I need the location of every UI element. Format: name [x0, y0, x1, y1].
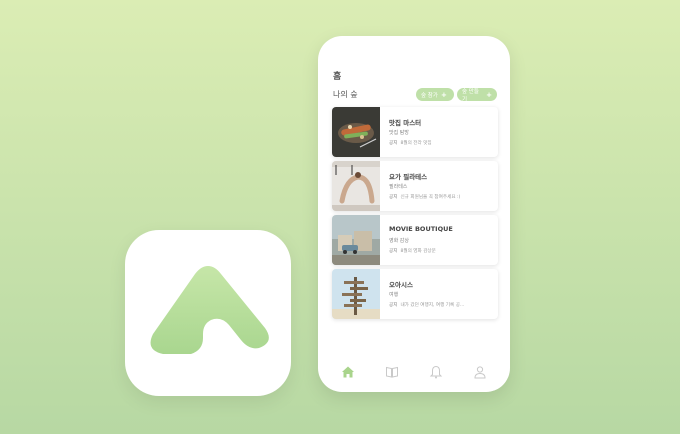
notice-text: 8월의 영화 감상문 — [400, 249, 436, 254]
forest-notice: 공지 8월의 영화 감상문 — [389, 248, 436, 254]
forest-notice: 공지 8월의 전라 맛집 — [389, 140, 432, 146]
join-forest-button[interactable]: 숲 참가 + — [416, 88, 454, 101]
forest-card[interactable]: 맛집 마스터 맛집 탐방 공지 8월의 전라 맛집 — [332, 107, 498, 157]
chip-label: 숲 만들기 — [462, 88, 479, 103]
notice-label: 공지 — [389, 303, 398, 308]
city-thumbnail — [332, 215, 380, 265]
notice-text: 내가 갔던 여행지, 여행 기록 공... — [400, 303, 465, 308]
bell-icon — [429, 365, 443, 379]
forest-card[interactable]: 오아시스 여행 공지 내가 갔던 여행지, 여행 기록 공... — [332, 269, 498, 319]
screen-title: 홈 — [333, 72, 342, 82]
plus-icon: + — [486, 90, 492, 99]
forest-list: 맛집 마스터 맛집 탐방 공지 8월의 전라 맛집 요가 필라테스 필라테스 공지… — [332, 107, 498, 323]
signpost-thumbnail — [332, 269, 380, 319]
create-forest-button[interactable]: 숲 만들기 + — [457, 88, 497, 103]
food-thumbnail — [332, 107, 380, 157]
user-icon — [474, 366, 486, 379]
forest-notice: 공지 신규 회원님을 꼭 참여주세요 :) — [389, 194, 460, 200]
tab-notifications[interactable] — [425, 361, 447, 383]
plus-icon: + — [440, 90, 447, 99]
forest-notice: 공지 내가 갔던 여행지, 여행 기록 공... — [389, 302, 464, 308]
notice-text: 8월의 전라 맛집 — [400, 141, 432, 146]
forest-category: 필라테스 — [389, 184, 408, 190]
home-icon — [342, 366, 354, 378]
notice-text: 신규 회원님을 꼭 참여주세요 :) — [400, 195, 461, 200]
book-icon — [386, 366, 398, 378]
forest-card[interactable]: 요가 필라테스 필라테스 공지 신규 회원님을 꼭 참여주세요 :) — [332, 161, 498, 211]
phone-mockup: 홈 나의 숲 숲 참가 + 숲 만들기 + 맛집 마스터 맛집 탐방 공지 8월의… — [318, 36, 510, 392]
app-logo — [150, 266, 269, 354]
forest-name: MOVIE BOUTIQUE — [389, 225, 453, 233]
tab-profile[interactable] — [469, 361, 491, 383]
forest-name: 맛집 마스터 — [389, 119, 422, 127]
tab-book[interactable] — [381, 361, 403, 383]
notice-label: 공지 — [389, 195, 398, 200]
notice-label: 공지 — [389, 141, 398, 146]
notice-label: 공지 — [389, 249, 398, 254]
section-title: 나의 숲 — [333, 90, 358, 99]
app-icon — [125, 230, 291, 396]
chip-label: 숲 참가 — [421, 92, 438, 99]
forest-category: 여행 — [389, 292, 399, 298]
tab-home[interactable] — [337, 361, 359, 383]
tab-bar — [318, 352, 510, 392]
forest-category: 영화 감상 — [389, 238, 409, 244]
forest-name: 요가 필라테스 — [389, 173, 428, 181]
forest-category: 맛집 탐방 — [389, 130, 409, 136]
yoga-thumbnail — [332, 161, 380, 211]
forest-name: 오아시스 — [389, 281, 413, 289]
forest-card[interactable]: MOVIE BOUTIQUE 영화 감상 공지 8월의 영화 감상문 — [332, 215, 498, 265]
